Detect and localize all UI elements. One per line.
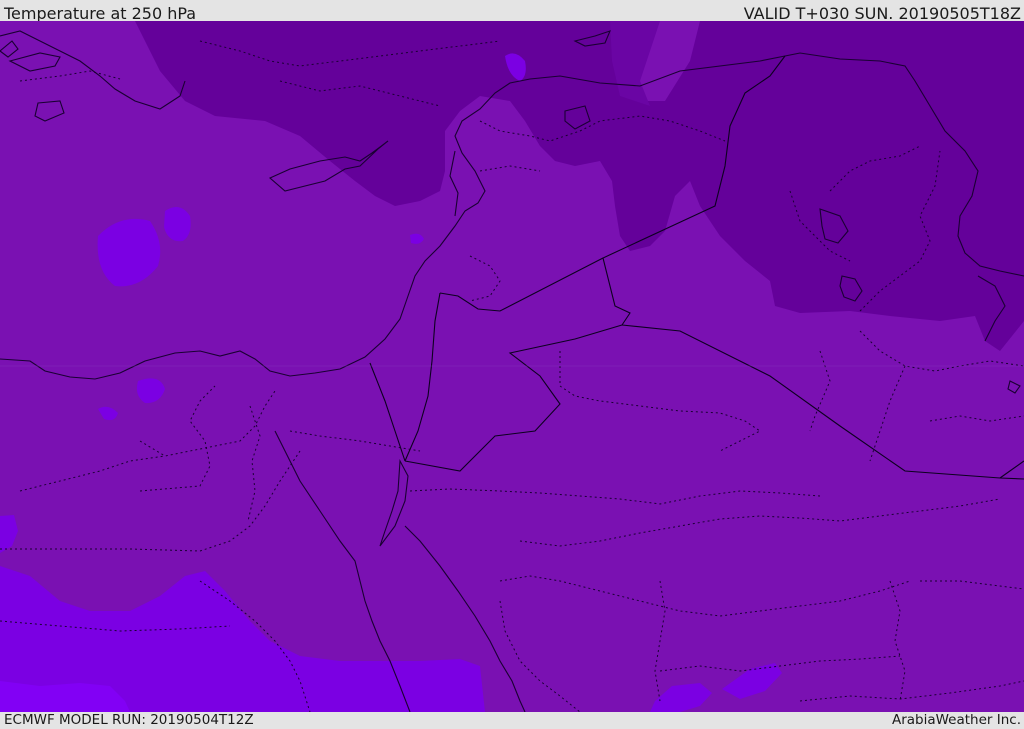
- credit: ArabiaWeather Inc.: [891, 712, 1021, 728]
- model-run: ECMWF MODEL RUN: 20190504T12Z: [4, 712, 254, 728]
- temperature-map: [0, 21, 1024, 712]
- header-bar: Temperature at 250 hPa VALID T+030 SUN. …: [0, 0, 1024, 23]
- footer-bar: ECMWF MODEL RUN: 20190504T12Z ArabiaWeat…: [0, 712, 1024, 729]
